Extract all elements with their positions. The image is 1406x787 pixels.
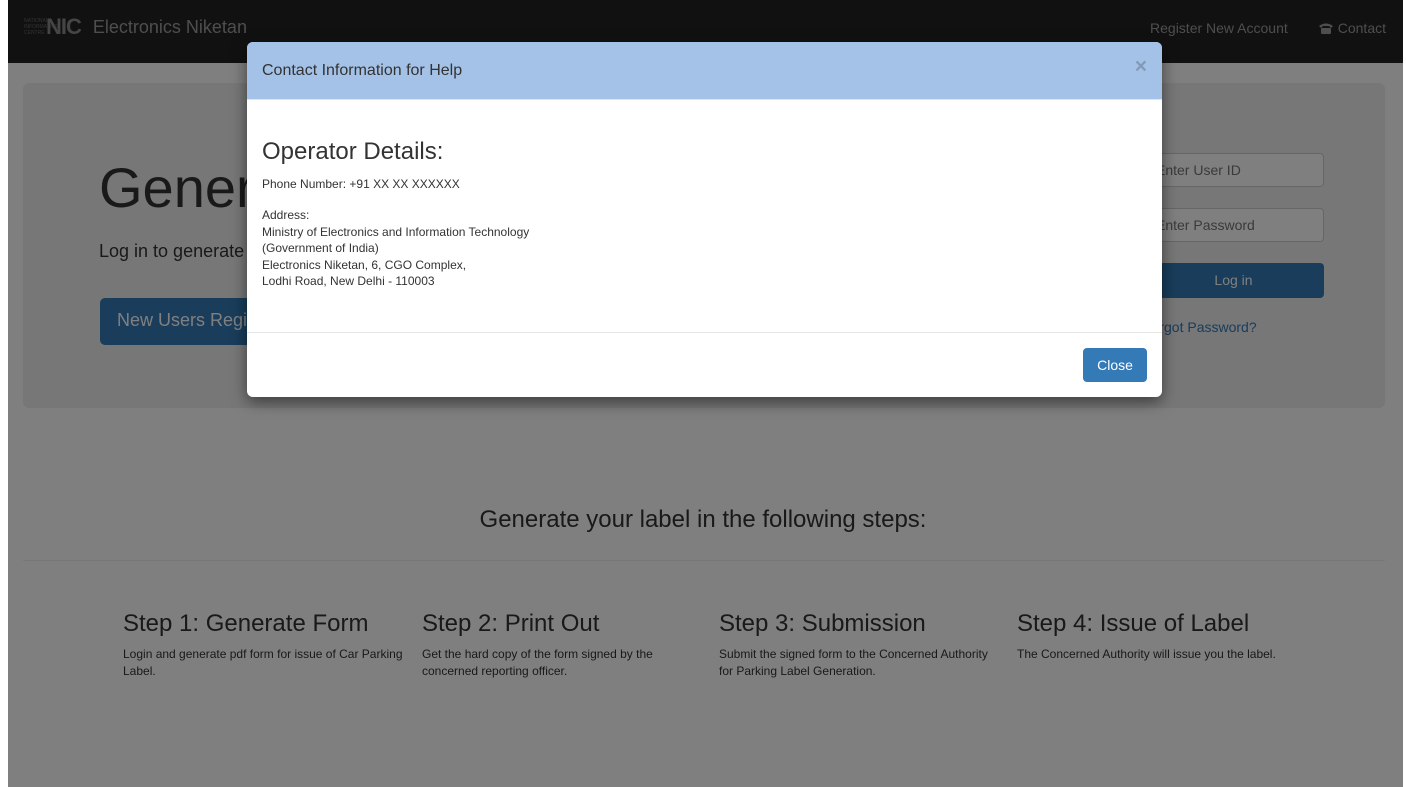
modal-body: Operator Details: Phone Number: +91 XX X… — [247, 100, 1162, 332]
close-button[interactable]: Close — [1083, 348, 1147, 382]
modal-title: Contact Information for Help — [262, 62, 463, 79]
phone-number: Phone Number: +91 XX XX XXXXXX — [262, 177, 460, 191]
contact-modal: Contact Information for Help × Operator … — [247, 42, 1162, 397]
address-label: Address: — [262, 208, 310, 222]
operator-details-heading: Operator Details: — [262, 138, 444, 165]
close-icon[interactable]: × — [1135, 56, 1147, 77]
address-line: Ministry of Electronics and Information … — [262, 224, 530, 239]
address-line: (Government of India) — [262, 241, 379, 255]
address-line: Electronics Niketan, 6, CGO Complex, — [262, 257, 467, 272]
address-block: Address: Ministry of Electronics and Inf… — [262, 207, 529, 290]
modal-header: Contact Information for Help × — [247, 42, 1162, 100]
address-line: Lodhi Road, New Delhi - 110003 — [262, 274, 435, 288]
modal-footer: Close — [247, 332, 1162, 397]
